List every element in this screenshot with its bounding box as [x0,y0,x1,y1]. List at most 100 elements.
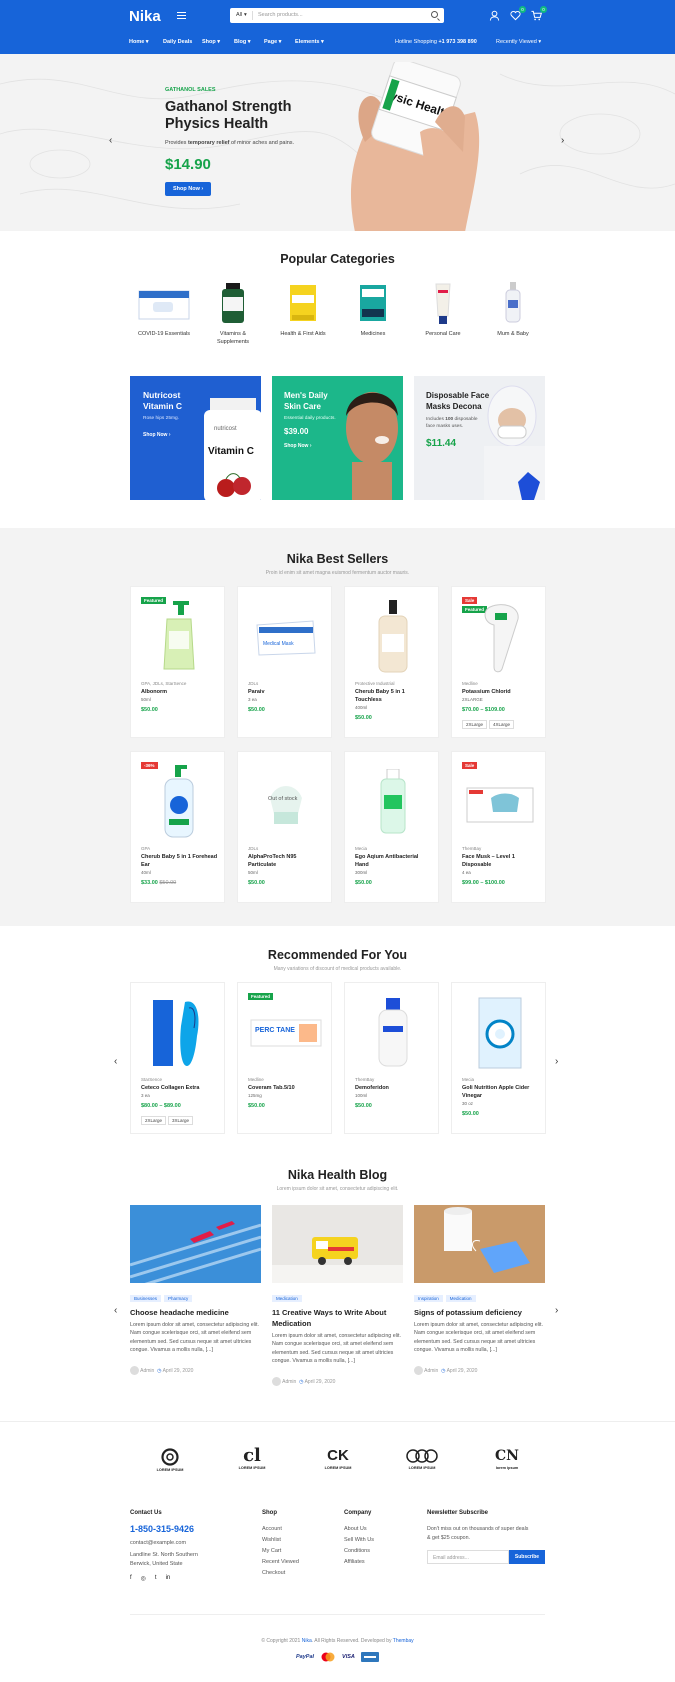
category-personal-care[interactable]: Personal Care [408,280,478,338]
footer-link[interactable]: Conditions [344,1546,374,1557]
post-author[interactable]: Admin [282,1379,296,1385]
brand-logo[interactable]: cl LOREM IPSUM [232,1446,272,1471]
footer-phone[interactable]: 1-850-315-9426 [130,1524,194,1534]
product-card[interactable]: Out of stock JDLs AlphaProTech N95 Parti… [237,751,332,903]
cart-button[interactable]: 0 [531,6,547,21]
post-tag[interactable]: Inspiration [414,1295,443,1302]
search-category-select[interactable]: All [236,12,242,18]
post-author[interactable]: Admin [424,1368,438,1374]
product-card[interactable]: ThemBay Demoferidon 100ml $50.00 [344,982,439,1134]
footer-link[interactable]: Sell With Us [344,1535,374,1546]
option-chip[interactable]: 4XLarge [489,720,515,729]
product-card[interactable]: Protective Industrial Cherub Baby 5 in 1… [344,586,439,738]
option-chip[interactable]: 2XLarge [462,720,488,729]
product-card[interactable]: -36% GPA Cherub Baby 5 in 1 Forehead Ear… [130,751,225,903]
recently-viewed-dropdown[interactable]: Recently Viewed ▾ [496,39,541,45]
search-input[interactable]: Search products... [258,12,303,18]
banner-cta[interactable]: Shop Now › [143,432,171,438]
product-card[interactable]: Medical Mask JDLs Paraiv 3 ea $50.00 [237,586,332,738]
banner-face-masks[interactable]: Disposable Face Masks Decona Includes 100… [414,376,545,500]
category-mum-baby[interactable]: Mum & Baby [478,280,548,338]
user-icon[interactable] [489,10,500,21]
blog-post[interactable]: Businesses Pharmacy Choose headache medic… [129,1205,262,1376]
footer-link[interactable]: Affiliates [344,1557,374,1568]
product-card[interactable]: StarSence Ceteco Collagen Extra 3 ea $80… [130,982,225,1134]
hero-next-arrow[interactable]: › [561,135,564,146]
product-card[interactable]: Featured PERC TANE Medline Coveram Tab.5… [237,982,332,1134]
post-tag[interactable]: Medication [445,1295,476,1302]
nav-daily-deals[interactable]: Daily Deals [163,39,192,45]
product-name[interactable]: Potassium Chlorid [462,688,540,696]
product-name[interactable]: Demoferidon [355,1084,433,1092]
brand-logo[interactable]: LOREM IPSUM [150,1448,190,1472]
copyright-brand[interactable]: Nika [302,1638,312,1644]
search-bar[interactable]: All ▾ Search products... [230,8,444,23]
footer-link[interactable]: Recent Viewed [262,1557,299,1568]
category-vitamins[interactable]: Vitamins & Supplements [198,280,268,346]
hero-prev-arrow[interactable]: ‹ [109,135,112,146]
product-card[interactable]: Mecia Ego Aqium Antibacterial Hand 300ml… [344,751,439,903]
product-name[interactable]: AlphaProTech N95 Particulate [248,853,326,869]
brand-logo[interactable]: CN lorem ipsum [487,1446,527,1470]
product-card[interactable]: Sale ThemBay Face Musk – Level 1 Disposa… [451,751,546,903]
linkedin-icon[interactable]: in [166,1575,171,1582]
product-name[interactable]: Cherub Baby 5 in 1 Touchless [355,688,433,704]
blog-post[interactable]: Inspiration Medication Signs of potassium… [414,1205,545,1376]
search-icon[interactable] [431,11,438,18]
footer-link[interactable]: Checkout [262,1568,299,1579]
product-name[interactable]: Coveram Tab.5/10 [248,1084,326,1092]
category-covid[interactable]: COVID-19 Essentials [129,280,199,338]
post-title[interactable]: 11 Creative Ways to Write About Medicatio… [272,1307,403,1329]
product-name[interactable]: Paraiv [248,688,326,696]
product-card[interactable]: Sale Featured Medline Potassium Chlorid … [451,586,546,738]
product-name[interactable]: Face Musk – Level 1 Disposable [462,853,540,869]
product-card[interactable]: Featured GPA, JDLs, StarSence Albonorm 5… [130,586,225,738]
product-name[interactable]: Cherub Baby 5 in 1 Forehead Ear [141,853,219,869]
brand-logo[interactable]: LOREM IPSUM [402,1448,442,1470]
newsletter-email-input[interactable]: Email address... [427,1550,509,1564]
nav-home[interactable]: Home ▾ [129,39,149,45]
facebook-icon[interactable]: f [130,1575,132,1582]
option-chip[interactable]: 2XLarge [141,1116,167,1125]
post-author[interactable]: Admin [140,1368,154,1374]
footer-link[interactable]: My Cart [262,1546,299,1557]
product-name[interactable]: Goli Nutrition Apple Cider Vinegar [462,1084,540,1100]
nav-elements[interactable]: Elements ▾ [295,39,324,45]
hero-shop-now-button[interactable]: Shop Now › [165,182,212,196]
recommended-next-arrow[interactable]: › [555,1056,558,1067]
instagram-icon[interactable]: ◎ [141,1575,146,1582]
footer-link[interactable]: Wishlist [262,1535,299,1546]
footer-email[interactable]: contact@example.com [130,1540,186,1546]
blog-post[interactable]: Medication 11 Creative Ways to Write Abo… [272,1205,403,1387]
post-tag[interactable]: Pharmacy [164,1295,193,1302]
post-tag[interactable]: Medication [272,1295,302,1302]
blog-next-arrow[interactable]: › [555,1305,558,1316]
site-logo[interactable]: Nika [129,8,161,25]
banner-vitamin-c[interactable]: Nutricost Vitamin C Rose hips 25mg. Shop … [130,376,261,500]
product-name[interactable]: Albonorm [141,688,219,696]
category-medicines[interactable]: Medicines [338,280,408,338]
banner-skin-care[interactable]: Men's Daily Skin Care Essential daily pro… [272,376,403,500]
footer-link[interactable]: About Us [344,1524,374,1535]
category-first-aid[interactable]: Health & First Aids [268,280,338,338]
banner-cta[interactable]: Shop Now › [284,443,312,449]
post-title[interactable]: Choose headache medicine [130,1307,261,1318]
product-card[interactable]: Mecia Goli Nutrition Apple Cider Vinegar… [451,982,546,1134]
hotline-number[interactable]: +1 973 398 890 [438,39,476,45]
subscribe-button[interactable]: Subscribe [509,1550,545,1564]
post-tag[interactable]: Businesses [130,1295,162,1302]
recommended-prev-arrow[interactable]: ‹ [114,1056,117,1067]
menu-icon[interactable] [177,12,186,19]
nav-shop[interactable]: Shop ▾ [202,39,220,45]
post-title[interactable]: Signs of potassium deficiency [414,1307,545,1318]
copyright-dev[interactable]: Thembay [393,1638,414,1644]
wishlist-button[interactable]: 0 [510,6,526,21]
nav-blog[interactable]: Blog ▾ [234,39,251,45]
product-name[interactable]: Ceteco Collagen Extra [141,1084,219,1092]
nav-page[interactable]: Page ▾ [264,39,281,45]
twitter-icon[interactable]: t [155,1575,157,1582]
option-chip[interactable]: 3XLarge [168,1116,194,1125]
product-name[interactable]: Ego Aqium Antibacterial Hand [355,853,433,869]
brand-logo[interactable]: CK LOREM IPSUM [318,1446,358,1470]
footer-link[interactable]: Account [262,1524,299,1535]
